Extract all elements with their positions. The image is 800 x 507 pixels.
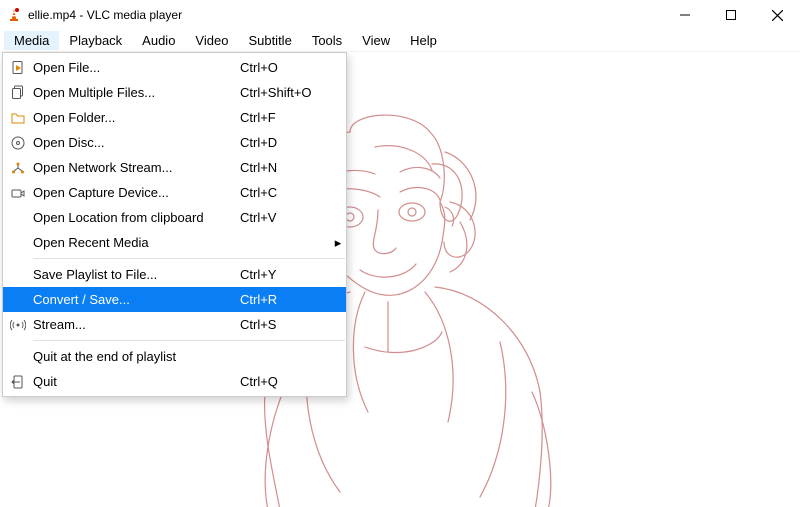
menu-separator — [33, 258, 345, 259]
menu-item-shortcut: Ctrl+Q — [240, 374, 330, 389]
menu-item-quit-at-the-end-of-playlist[interactable]: Quit at the end of playlist — [3, 344, 346, 369]
menu-item-shortcut: Ctrl+Y — [240, 267, 330, 282]
menu-item-open-network-stream[interactable]: Open Network Stream...Ctrl+N — [3, 155, 346, 180]
menu-item-shortcut: Ctrl+D — [240, 135, 330, 150]
menu-item-shortcut: Ctrl+S — [240, 317, 330, 332]
menubar-item-subtitle[interactable]: Subtitle — [238, 31, 301, 50]
menu-item-open-file[interactable]: Open File...Ctrl+O — [3, 55, 346, 80]
menu-item-label: Open Recent Media — [33, 235, 240, 250]
menu-item-open-location-from-clipboard[interactable]: Open Location from clipboardCtrl+V — [3, 205, 346, 230]
menu-item-open-recent-media[interactable]: Open Recent Media ▸ — [3, 230, 346, 255]
capture-icon — [3, 185, 33, 201]
stream-icon — [3, 317, 33, 333]
window-controls — [662, 0, 800, 30]
menu-item-shortcut: Ctrl+Shift+O — [240, 85, 330, 100]
menu-item-quit[interactable]: QuitCtrl+Q — [3, 369, 346, 394]
menu-item-shortcut: Ctrl+O — [240, 60, 330, 75]
folder-icon — [3, 110, 33, 126]
menu-item-shortcut: Ctrl+N — [240, 160, 330, 175]
menu-item-stream[interactable]: Stream...Ctrl+S — [3, 312, 346, 337]
file-play-icon — [3, 60, 33, 76]
window-title: ellie.mp4 - VLC media player — [28, 8, 182, 22]
close-button[interactable] — [754, 0, 800, 30]
menu-item-open-folder[interactable]: Open Folder...Ctrl+F — [3, 105, 346, 130]
menu-item-shortcut: Ctrl+F — [240, 110, 330, 125]
menu-item-open-disc[interactable]: Open Disc...Ctrl+D — [3, 130, 346, 155]
menubar-item-tools[interactable]: Tools — [302, 31, 352, 50]
menubar-item-view[interactable]: View — [352, 31, 400, 50]
menu-item-shortcut: Ctrl+R — [240, 292, 330, 307]
menu-item-label: Open Disc... — [33, 135, 240, 150]
menubar-item-audio[interactable]: Audio — [132, 31, 185, 50]
menu-item-open-capture-device[interactable]: Open Capture Device...Ctrl+C — [3, 180, 346, 205]
menu-item-label: Open Capture Device... — [33, 185, 240, 200]
menu-item-shortcut: Ctrl+C — [240, 185, 330, 200]
menu-item-label: Open Multiple Files... — [33, 85, 240, 100]
disc-icon — [3, 135, 33, 151]
video-area: Open File...Ctrl+OOpen Multiple Files...… — [0, 52, 800, 507]
titlebar: ellie.mp4 - VLC media player — [0, 0, 800, 30]
quit-icon — [3, 374, 33, 390]
menu-item-convert-save[interactable]: Convert / Save...Ctrl+R — [3, 287, 346, 312]
menu-item-label: Open Folder... — [33, 110, 240, 125]
menubar-item-video[interactable]: Video — [185, 31, 238, 50]
network-icon — [3, 160, 33, 176]
menu-item-label: Open Location from clipboard — [33, 210, 240, 225]
menubar: MediaPlaybackAudioVideoSubtitleToolsView… — [0, 30, 800, 52]
menu-item-label: Save Playlist to File... — [33, 267, 240, 282]
media-menu-dropdown: Open File...Ctrl+OOpen Multiple Files...… — [2, 52, 347, 397]
menu-item-label: Open Network Stream... — [33, 160, 240, 175]
menubar-item-media[interactable]: Media — [4, 31, 59, 50]
menu-item-label: Open File... — [33, 60, 240, 75]
menubar-item-playback[interactable]: Playback — [59, 31, 132, 50]
vlc-cone-icon — [6, 7, 22, 23]
menubar-item-help[interactable]: Help — [400, 31, 447, 50]
maximize-button[interactable] — [708, 0, 754, 30]
menu-item-save-playlist-to-file[interactable]: Save Playlist to File...Ctrl+Y — [3, 262, 346, 287]
menu-item-label: Quit — [33, 374, 240, 389]
window: ellie.mp4 - VLC media player MediaPlayba… — [0, 0, 800, 507]
menu-item-label: Quit at the end of playlist — [33, 349, 240, 364]
minimize-button[interactable] — [662, 0, 708, 30]
menu-item-open-multiple-files[interactable]: Open Multiple Files...Ctrl+Shift+O — [3, 80, 346, 105]
submenu-arrow-icon: ▸ — [330, 235, 346, 251]
menu-item-label: Stream... — [33, 317, 240, 332]
menu-separator — [33, 340, 345, 341]
menu-item-shortcut: Ctrl+V — [240, 210, 330, 225]
files-icon — [3, 85, 33, 101]
menu-item-label: Convert / Save... — [33, 292, 240, 307]
